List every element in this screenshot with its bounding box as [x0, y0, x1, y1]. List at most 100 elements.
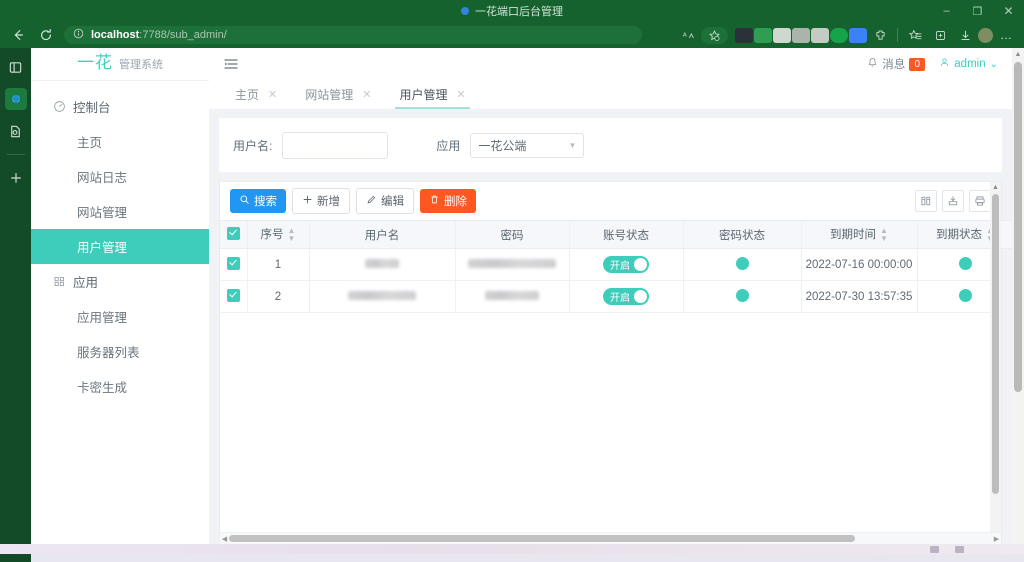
tab-site-manage[interactable]: 网站管理 ✕ [291, 80, 385, 109]
username-input[interactable] [282, 132, 388, 159]
extension-icon-5[interactable] [811, 28, 829, 43]
page-scroll-thumb[interactable] [1014, 62, 1022, 392]
globe-tile-icon[interactable] [5, 88, 27, 110]
back-arrow-icon[interactable] [6, 24, 30, 46]
row-select-cell[interactable] [220, 281, 247, 313]
tab-favicon-icon [461, 7, 469, 15]
extension-icon-4[interactable] [792, 28, 810, 43]
sidebar-item-server-list[interactable]: 服务器列表 [31, 334, 209, 369]
page-scroll-up-arrow[interactable]: ▲ [1012, 48, 1024, 60]
collapse-menu-icon[interactable] [223, 56, 239, 72]
select-all-checkbox[interactable] [227, 227, 240, 240]
address-bar[interactable]: localhost:7788/sub_admin/ [64, 26, 642, 44]
scroll-right-arrow[interactable]: ▶ [992, 533, 1001, 544]
extension-icon-3[interactable] [773, 28, 791, 43]
edit-button[interactable]: 编辑 [356, 188, 414, 214]
close-icon[interactable]: ✕ [362, 88, 371, 101]
window-maximize-button[interactable]: ❐ [962, 0, 993, 22]
sidebar-item-site-manage[interactable]: 网站管理 [31, 194, 209, 229]
favorite-star-icon[interactable] [701, 27, 728, 44]
window-close-button[interactable]: ✕ [993, 0, 1024, 22]
row-checkbox[interactable] [227, 289, 240, 302]
tab-home[interactable]: 主页 ✕ [221, 80, 291, 109]
table-body: 1 开启 2022-07-16 00:00:00 2 [220, 249, 1012, 313]
scroll-up-arrow[interactable]: ▲ [990, 182, 1001, 193]
panel-icon[interactable] [5, 56, 27, 78]
sidebar-item-site-log[interactable]: 网站日志 [31, 159, 209, 194]
more-options-icon[interactable]: … [994, 24, 1018, 46]
account-status-toggle[interactable]: 开启 [603, 256, 649, 273]
table-vertical-scrollbar[interactable]: ▲ [990, 182, 1001, 544]
account-status-toggle[interactable]: 开启 [603, 288, 649, 305]
scroll-thumb[interactable] [992, 194, 999, 494]
print-icon[interactable] [969, 190, 991, 212]
topbar-right: 消息 0 admin ⌄ [867, 56, 1012, 72]
status-dot [959, 289, 972, 302]
sidebar-item-user-manage[interactable]: 用户管理 [31, 229, 209, 264]
cell-account-status[interactable]: 开启 [569, 281, 683, 313]
export-icon[interactable] [942, 190, 964, 212]
sort-icon[interactable]: ▲▼ [880, 227, 888, 243]
favorites-list-icon[interactable] [903, 24, 927, 46]
info-circle-icon [73, 28, 84, 42]
extension-shield-icon[interactable] [754, 28, 772, 43]
sidebar-item-card-generate[interactable]: 卡密生成 [31, 369, 209, 404]
window-minimize-button[interactable]: – [931, 0, 962, 22]
url-path: :7788/sub_admin/ [139, 29, 226, 41]
table-horizontal-scrollbar[interactable]: ◀ ▶ [220, 532, 1001, 544]
cell-index: 1 [247, 249, 309, 281]
apps-icon [53, 275, 66, 288]
column-expire-time[interactable]: 到期时间▲▼ [801, 221, 917, 249]
read-aloud-icon[interactable]: A [676, 24, 700, 46]
h-scroll-thumb[interactable] [229, 535, 855, 542]
brand-main: 一花 [77, 48, 113, 73]
extension-puzzle-icon[interactable] [868, 24, 892, 46]
add-icon[interactable] [5, 167, 27, 189]
redacted-password [468, 259, 556, 268]
sidebar-group-apps[interactable]: 应用 [31, 264, 209, 299]
browser-title-bar: 一花端口后台管理 – ❐ ✕ [0, 0, 1024, 22]
brand-logo: 一花 管理系统 [31, 48, 209, 81]
sort-icon[interactable]: ▲▼ [288, 227, 296, 243]
taskbar-icon-2[interactable] [955, 546, 964, 553]
select-all-header[interactable] [220, 221, 247, 249]
extension-icon-7[interactable] [849, 28, 867, 43]
page-vertical-scrollbar[interactable]: ▲ [1012, 48, 1024, 544]
tab-user-manage[interactable]: 用户管理 ✕ [385, 80, 479, 109]
taskbar-icon-1[interactable] [930, 546, 939, 553]
row-checkbox[interactable] [227, 257, 240, 270]
sidebar-nav: 控制台 主页 网站日志 网站管理 用户管理 应用 应用管理 服务器列表 卡密生成 [31, 81, 209, 404]
sidebar-group-dashboard[interactable]: 控制台 [31, 89, 209, 124]
close-icon[interactable]: ✕ [456, 88, 465, 101]
browser-tab[interactable]: 一花端口后台管理 [461, 3, 563, 19]
messages-button[interactable]: 消息 0 [867, 56, 925, 72]
columns-filter-icon[interactable] [915, 190, 937, 212]
extension-icon-6[interactable] [830, 28, 848, 43]
reload-icon[interactable] [34, 24, 58, 46]
toggle-knob [634, 258, 647, 271]
app-topbar: 消息 0 admin ⌄ [209, 48, 1012, 81]
table-row[interactable]: 2 开启 2022-07-30 13:57:35 [220, 281, 1012, 313]
extension-icon-1[interactable] [735, 28, 753, 43]
user-menu[interactable]: admin ⌄ [939, 57, 998, 71]
sidebar-item-home[interactable]: 主页 [31, 124, 209, 159]
status-dot [959, 257, 972, 270]
avatar[interactable] [978, 28, 993, 43]
close-icon[interactable]: ✕ [268, 88, 277, 101]
downloads-icon[interactable] [953, 24, 977, 46]
search-button[interactable]: 搜索 [230, 189, 286, 213]
row-select-cell[interactable] [220, 249, 247, 281]
column-account-status: 账号状态 [569, 221, 683, 249]
app-select[interactable]: 一花公端 ▼ [470, 133, 584, 158]
doc-scan-icon[interactable] [5, 120, 27, 142]
add-button[interactable]: 新增 [292, 188, 350, 214]
delete-button[interactable]: 删除 [420, 189, 476, 213]
app-root: 一花端口后台管理 – ❐ ✕ localhost:7788/sub_admin/… [0, 0, 1024, 554]
column-index[interactable]: 序号▲▼ [247, 221, 309, 249]
table-row[interactable]: 1 开启 2022-07-16 00:00:00 [220, 249, 1012, 281]
browser-tab-title: 一花端口后台管理 [475, 3, 563, 19]
cell-account-status[interactable]: 开启 [569, 249, 683, 281]
collections-icon[interactable] [928, 24, 952, 46]
scroll-left-arrow[interactable]: ◀ [220, 533, 229, 544]
sidebar-item-app-manage[interactable]: 应用管理 [31, 299, 209, 334]
